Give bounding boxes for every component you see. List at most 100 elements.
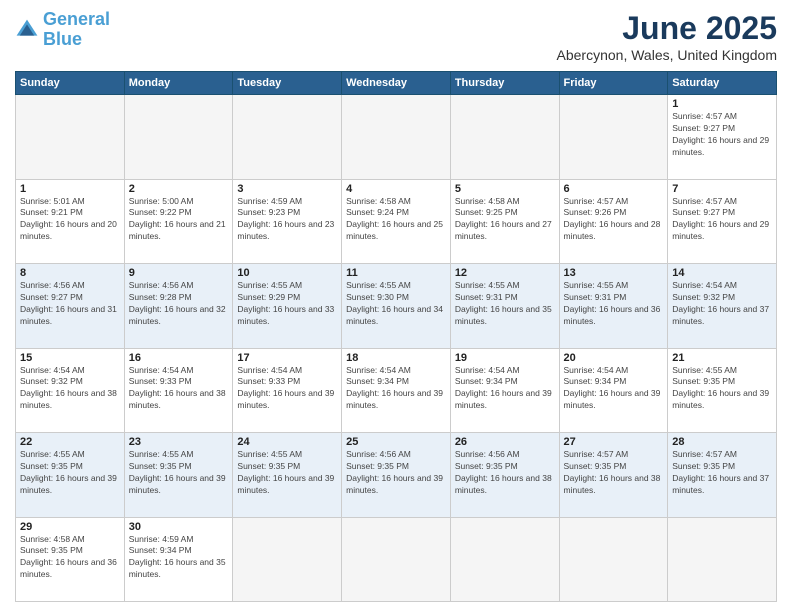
logo-icon [15,18,39,42]
col-sunday: Sunday [16,72,125,95]
table-row: 7Sunrise: 4:57 AM Sunset: 9:27 PM Daylig… [668,179,777,264]
day-number: 26 [455,436,555,448]
day-number: 17 [237,352,337,364]
day-number: 21 [672,352,772,364]
table-row: 14Sunrise: 4:54 AM Sunset: 9:32 PM Dayli… [668,264,777,349]
table-row: 9Sunrise: 4:56 AM Sunset: 9:28 PM Daylig… [124,264,233,349]
day-number: 3 [237,183,337,195]
col-thursday: Thursday [450,72,559,95]
day-info: Sunrise: 4:58 AM Sunset: 9:35 PM Dayligh… [20,534,120,582]
logo: General Blue [15,10,110,50]
day-info: Sunrise: 4:57 AM Sunset: 9:27 PM Dayligh… [672,196,772,244]
table-row: 16Sunrise: 4:54 AM Sunset: 9:33 PM Dayli… [124,348,233,433]
table-row: 20Sunrise: 4:54 AM Sunset: 9:34 PM Dayli… [559,348,668,433]
day-info: Sunrise: 4:55 AM Sunset: 9:30 PM Dayligh… [346,280,446,328]
table-row [124,95,233,180]
calendar-week-row: 22 Sunrise: 4:55 AM Sunset: 9:35 PM Dayli… [16,433,777,518]
table-row: 22Sunrise: 4:55 AM Sunset: 9:35 PM Dayli… [16,433,125,518]
table-row [16,95,125,180]
day-info: Sunrise: 4:55 AM Sunset: 9:35 PM Dayligh… [237,449,337,497]
calendar-week-row: 29Sunrise: 4:58 AM Sunset: 9:35 PM Dayli… [16,517,777,602]
day-number: 28 [672,436,772,448]
day-number: 18 [346,352,446,364]
day-info: Sunrise: 5:01 AM Sunset: 9:21 PM Dayligh… [20,196,120,244]
table-row: 27Sunrise: 4:57 AM Sunset: 9:35 PM Dayli… [559,433,668,518]
day-info: Sunrise: 4:56 AM Sunset: 9:35 PM Dayligh… [346,449,446,497]
day-number: 27 [564,436,664,448]
day-info: Sunrise: 4:57 AM Sunset: 9:35 PM Dayligh… [564,449,664,497]
day-info: Sunrise: 4:55 AM Sunset: 9:31 PM Dayligh… [455,280,555,328]
day-info: Sunrise: 4:55 AM Sunset: 9:29 PM Dayligh… [237,280,337,328]
table-row [342,95,451,180]
calendar-table: Sunday Monday Tuesday Wednesday Thursday… [15,71,777,602]
day-info: Sunrise: 5:00 AM Sunset: 9:22 PM Dayligh… [129,196,229,244]
day-number: 10 [237,267,337,279]
day-number: 19 [455,352,555,364]
day-info: Sunrise: 4:54 AM Sunset: 9:33 PM Dayligh… [237,365,337,413]
day-number: 20 [564,352,664,364]
day-number: 2 [129,183,229,195]
table-row: 25Sunrise: 4:56 AM Sunset: 9:35 PM Dayli… [342,433,451,518]
day-number: 14 [672,267,772,279]
day-info: Sunrise: 4:59 AM Sunset: 9:23 PM Dayligh… [237,196,337,244]
day-number: 6 [564,183,664,195]
calendar-week-row: 8Sunrise: 4:56 AM Sunset: 9:27 PM Daylig… [16,264,777,349]
main-title: June 2025 [557,10,777,47]
subtitle: Abercynon, Wales, United Kingdom [557,47,777,63]
col-friday: Friday [559,72,668,95]
table-row [233,95,342,180]
day-info: Sunrise: 4:57 AM Sunset: 9:26 PM Dayligh… [564,196,664,244]
table-row: 3Sunrise: 4:59 AM Sunset: 9:23 PM Daylig… [233,179,342,264]
day-number: 1 [20,183,120,195]
day-info: Sunrise: 4:56 AM Sunset: 9:35 PM Dayligh… [455,449,555,497]
table-row: 12Sunrise: 4:55 AM Sunset: 9:31 PM Dayli… [450,264,559,349]
calendar-week-row: 1Sunrise: 5:01 AM Sunset: 9:21 PM Daylig… [16,179,777,264]
calendar-week-row: 15Sunrise: 4:54 AM Sunset: 9:32 PM Dayli… [16,348,777,433]
day-info: Sunrise: 4:54 AM Sunset: 9:32 PM Dayligh… [672,280,772,328]
col-monday: Monday [124,72,233,95]
day-info: Sunrise: 4:54 AM Sunset: 9:34 PM Dayligh… [346,365,446,413]
table-row [450,95,559,180]
day-number: 16 [129,352,229,364]
table-row: 1Sunrise: 4:57 AM Sunset: 9:27 PM Daylig… [668,95,777,180]
page: General Blue June 2025 Abercynon, Wales,… [0,0,792,612]
table-row [342,517,451,602]
table-row [668,517,777,602]
day-info: Sunrise: 4:54 AM Sunset: 9:33 PM Dayligh… [129,365,229,413]
day-number: 12 [455,267,555,279]
table-row: 5Sunrise: 4:58 AM Sunset: 9:25 PM Daylig… [450,179,559,264]
table-row: 29Sunrise: 4:58 AM Sunset: 9:35 PM Dayli… [16,517,125,602]
day-number: 8 [20,267,120,279]
day-info: Sunrise: 4:55 AM Sunset: 9:31 PM Dayligh… [564,280,664,328]
day-number: 7 [672,183,772,195]
day-number: 11 [346,267,446,279]
table-row: 28Sunrise: 4:57 AM Sunset: 9:35 PM Dayli… [668,433,777,518]
day-info: Sunrise: 4:54 AM Sunset: 9:34 PM Dayligh… [455,365,555,413]
table-row: 26Sunrise: 4:56 AM Sunset: 9:35 PM Dayli… [450,433,559,518]
day-info: Sunrise: 4:55 AM Sunset: 9:35 PM Dayligh… [672,365,772,413]
table-row: 10Sunrise: 4:55 AM Sunset: 9:29 PM Dayli… [233,264,342,349]
table-row [559,95,668,180]
table-row: 2Sunrise: 5:00 AM Sunset: 9:22 PM Daylig… [124,179,233,264]
table-row: 1Sunrise: 5:01 AM Sunset: 9:21 PM Daylig… [16,179,125,264]
calendar-header-row: Sunday Monday Tuesday Wednesday Thursday… [16,72,777,95]
day-number: 22 [20,436,120,448]
day-info: Sunrise: 4:59 AM Sunset: 9:34 PM Dayligh… [129,534,229,582]
table-row: 4Sunrise: 4:58 AM Sunset: 9:24 PM Daylig… [342,179,451,264]
table-row: 11Sunrise: 4:55 AM Sunset: 9:30 PM Dayli… [342,264,451,349]
day-number: 1 [672,98,772,110]
day-info: Sunrise: 4:58 AM Sunset: 9:24 PM Dayligh… [346,196,446,244]
day-info: Sunrise: 4:57 AM Sunset: 9:35 PM Dayligh… [672,449,772,497]
day-number: 25 [346,436,446,448]
col-wednesday: Wednesday [342,72,451,95]
header: General Blue June 2025 Abercynon, Wales,… [15,10,777,63]
table-row: 23Sunrise: 4:55 AM Sunset: 9:35 PM Dayli… [124,433,233,518]
table-row: 8Sunrise: 4:56 AM Sunset: 9:27 PM Daylig… [16,264,125,349]
day-info: Sunrise: 4:56 AM Sunset: 9:28 PM Dayligh… [129,280,229,328]
day-number: 24 [237,436,337,448]
table-row: 6Sunrise: 4:57 AM Sunset: 9:26 PM Daylig… [559,179,668,264]
table-row: 21Sunrise: 4:55 AM Sunset: 9:35 PM Dayli… [668,348,777,433]
day-info: Sunrise: 4:54 AM Sunset: 9:34 PM Dayligh… [564,365,664,413]
day-number: 23 [129,436,229,448]
table-row: 17Sunrise: 4:54 AM Sunset: 9:33 PM Dayli… [233,348,342,433]
